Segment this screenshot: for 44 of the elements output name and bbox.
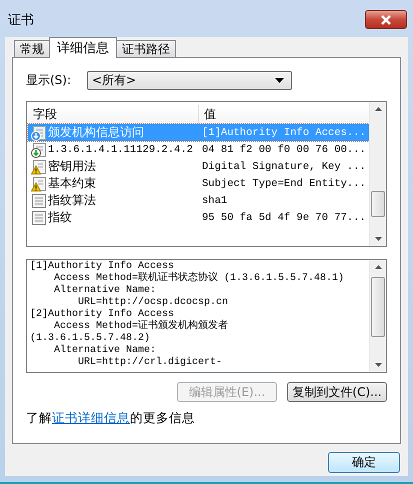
scroll-down-icon[interactable] bbox=[374, 363, 382, 367]
field-row[interactable]: 指纹 95 50 fa 5d 4f 9e 70 77... bbox=[28, 209, 369, 226]
detail-line: [2]Authority Info Access bbox=[30, 309, 176, 320]
scroll-thumb[interactable] bbox=[371, 191, 385, 217]
detail-line: Access Method=证书颁发机构颁发者 bbox=[53, 321, 230, 332]
scroll-up-icon[interactable] bbox=[374, 107, 382, 111]
scrollbar[interactable] bbox=[369, 102, 386, 246]
detail-line: Access Method=联机证书状态协议 (1.3.6.1.5.5.7.48.1) bbox=[53, 273, 346, 284]
column-header[interactable]: 值 bbox=[199, 105, 369, 123]
document-field-icon bbox=[31, 192, 47, 208]
certificate-field-icon bbox=[31, 142, 47, 158]
show-label: 显示(S): bbox=[26, 72, 72, 89]
action-button[interactable]: 复制到文件(C)... bbox=[287, 382, 387, 402]
tab[interactable]: 详细信息 bbox=[49, 37, 117, 58]
scroll-down-icon[interactable] bbox=[374, 237, 382, 241]
scroll-up-icon[interactable] bbox=[374, 265, 382, 269]
info-text: 了解 bbox=[26, 410, 52, 425]
detail-line: [1]Authority Info Access bbox=[30, 261, 174, 272]
document-field-icon bbox=[31, 210, 47, 226]
tab[interactable]: 证书路径 bbox=[116, 40, 176, 57]
field-row[interactable]: 基本约束 Subject Type=End Entity... bbox=[28, 175, 369, 192]
detail-line: (1.3.6.1.5.5.7.48.2) bbox=[30, 333, 152, 344]
warning-field-icon bbox=[31, 176, 47, 192]
tab[interactable]: 常规 bbox=[14, 40, 50, 57]
detail-text-box[interactable] bbox=[26, 259, 387, 373]
ok-button[interactable]: 确定 bbox=[328, 452, 400, 473]
info-text: 的更多信息 bbox=[130, 410, 195, 425]
detail-line: URL=http://crl.digicert- bbox=[77, 357, 224, 369]
close-icon bbox=[379, 14, 393, 24]
detail-line: Alternative Name: bbox=[53, 345, 158, 356]
show-dropdown[interactable]: <所有> bbox=[87, 71, 292, 90]
field-row[interactable]: 密钥用法 Digital Signature, Key ... bbox=[28, 158, 369, 175]
caret-icon bbox=[275, 78, 284, 83]
close-button[interactable] bbox=[365, 10, 407, 29]
field-row[interactable]: 指纹算法 sha1 bbox=[28, 192, 369, 209]
certificate-field-icon bbox=[31, 124, 47, 140]
window-title: 证书 bbox=[7, 12, 34, 28]
scroll-thumb[interactable] bbox=[371, 277, 385, 337]
warning-field-icon bbox=[31, 158, 47, 174]
detail-line: Alternative Name: bbox=[53, 285, 158, 296]
details-link[interactable]: 证书详细信息 bbox=[52, 410, 130, 425]
scrollbar[interactable] bbox=[369, 260, 386, 372]
detail-line: URL=http://ocsp.dcocsp.cn bbox=[77, 297, 230, 308]
field-row[interactable]: 1.3.6.1.4.1.11129.2.4.2 04 81 f2 00 f0 00 76 00... bbox=[28, 141, 369, 158]
